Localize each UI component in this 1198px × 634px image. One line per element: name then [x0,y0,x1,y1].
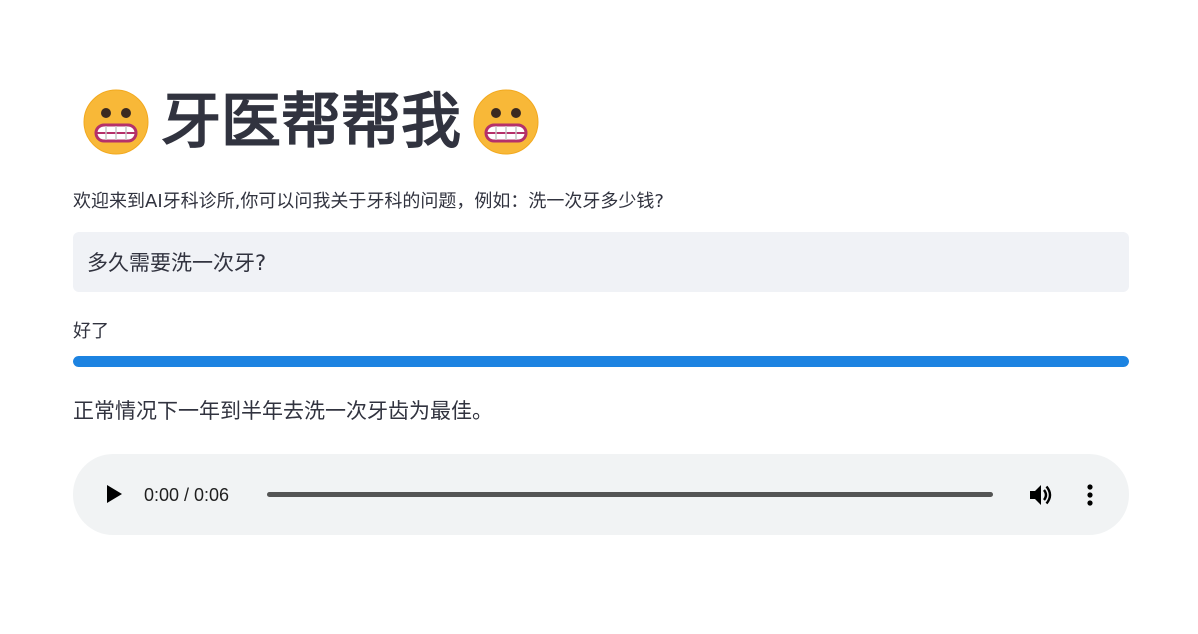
page-title: 牙医帮帮我 [161,87,461,157]
audio-seek-bar[interactable] [267,492,993,497]
progress-bar-fill [73,356,1129,367]
audio-time-display: 0:00 / 0:06 [144,485,230,505]
volume-icon[interactable] [1027,481,1055,509]
audio-seek-bar-fill [267,492,993,497]
progress-bar [73,356,1129,367]
status-text: 好了 [73,321,109,342]
grimacing-face-emoji-left [83,89,149,155]
more-options-icon[interactable] [1079,481,1101,509]
answer-text: 正常情况下一年到半年去洗一次牙齿为最佳。 [73,399,493,423]
grimacing-face-emoji-right [473,89,539,155]
intro-text: 欢迎来到AI牙科诊所,你可以问我关于牙科的问题，例如：洗一次牙多少钱? [73,191,664,212]
audio-player: 0:00 / 0:06 [73,454,1129,535]
page-title-row: 牙医帮帮我 [83,86,539,158]
question-input[interactable] [73,232,1129,292]
play-icon[interactable] [101,481,127,507]
